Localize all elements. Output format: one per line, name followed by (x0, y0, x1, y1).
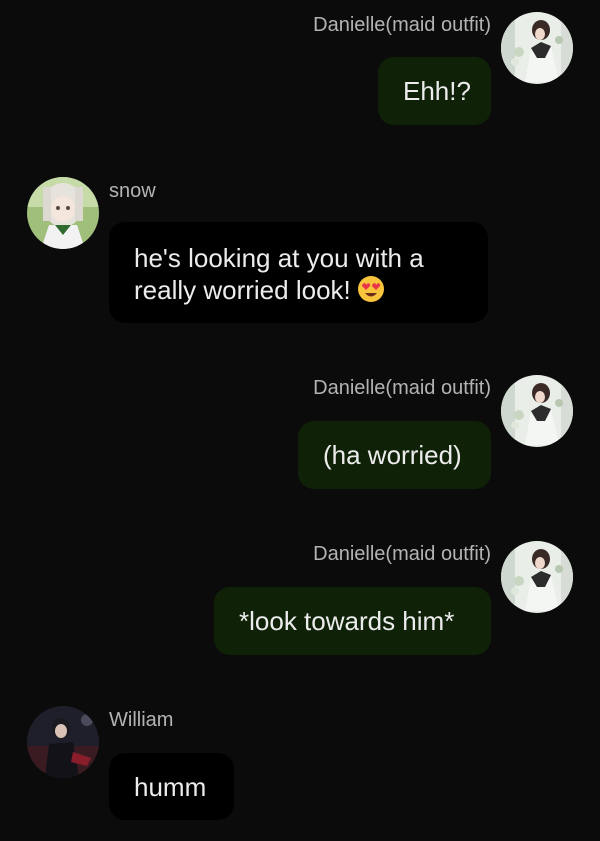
message-text: *look towards him* (239, 606, 455, 636)
message-bubble[interactable]: he's looking at you with a really worrie… (109, 222, 488, 323)
message-text: Ehh!? (403, 76, 471, 106)
message-bubble[interactable]: humm (109, 753, 234, 820)
message-text-line: really worried look! (134, 274, 488, 306)
sender-name: Danielle(maid outfit) (313, 543, 491, 565)
sender-name: Danielle(maid outfit) (313, 377, 491, 399)
heart-eyes-emoji-icon (357, 275, 385, 303)
message-text: (ha worried) (323, 440, 462, 470)
message-text-line: he's looking at you with a (134, 243, 424, 273)
william-avatar[interactable] (27, 706, 99, 778)
message-text: really worried look! (134, 275, 351, 305)
sender-name: Danielle(maid outfit) (313, 14, 491, 36)
message-text: humm (134, 772, 207, 802)
sender-name: William (109, 709, 174, 731)
snow-avatar[interactable] (27, 177, 99, 249)
message-bubble[interactable]: Ehh!? (378, 57, 491, 125)
danielle-avatar[interactable] (501, 375, 573, 447)
message-bubble[interactable]: (ha worried) (298, 421, 491, 489)
message-bubble[interactable]: *look towards him* (214, 587, 491, 655)
danielle-avatar[interactable] (501, 541, 573, 613)
danielle-avatar[interactable] (501, 12, 573, 84)
sender-name: snow (109, 180, 156, 202)
